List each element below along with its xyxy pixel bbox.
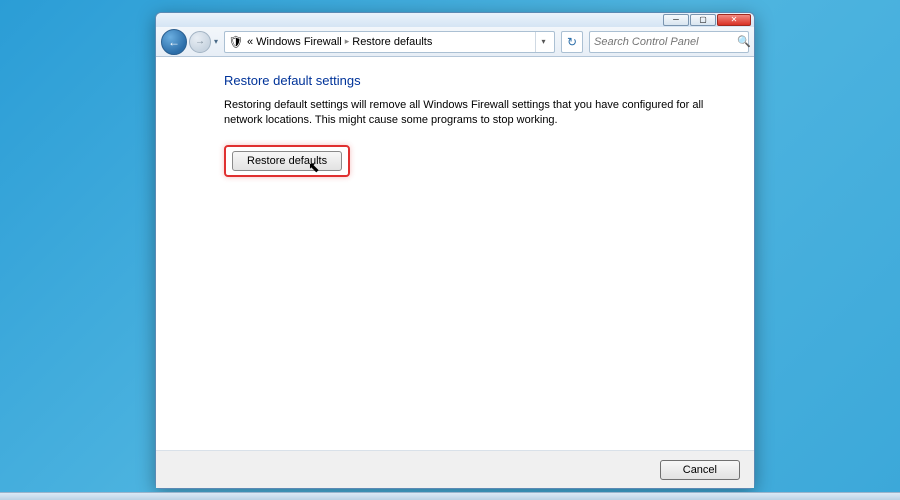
firewall-icon: 🛡 <box>228 34 244 50</box>
footer: Cancel <box>156 450 754 488</box>
cancel-button[interactable]: Cancel <box>660 460 740 480</box>
refresh-icon: ↻ <box>567 35 577 49</box>
chevron-right-icon: ▸ <box>345 36 350 47</box>
forward-arrow-icon: → <box>195 36 205 47</box>
breadcrumb-item-firewall[interactable]: Windows Firewall <box>256 36 342 48</box>
breadcrumb-item-restore[interactable]: Restore defaults <box>352 36 432 48</box>
close-icon: ✕ <box>731 16 738 24</box>
nav-history-dropdown[interactable]: ▾ <box>214 37 218 46</box>
search-box[interactable]: 🔍 <box>589 31 749 53</box>
restore-defaults-button[interactable]: Restore defaults <box>232 151 342 171</box>
nav-forward-button[interactable]: → <box>189 31 211 53</box>
page-heading: Restore default settings <box>224 73 730 88</box>
close-button[interactable]: ✕ <box>717 14 751 26</box>
back-arrow-icon: ← <box>168 35 180 49</box>
search-icon: 🔍 <box>737 35 751 48</box>
minimize-button[interactable]: ─ <box>663 14 689 26</box>
breadcrumb[interactable]: 🛡 « Windows Firewall ▸ Restore defaults … <box>224 31 555 53</box>
titlebar[interactable]: ─ ▢ ✕ <box>156 13 754 27</box>
page-description: Restoring default settings will remove a… <box>224 98 714 129</box>
nav-back-button[interactable]: ← <box>161 29 187 55</box>
breadcrumb-dropdown[interactable]: ▾ <box>535 32 551 52</box>
tutorial-highlight: Restore defaults ⬉ <box>224 145 350 177</box>
taskbar[interactable] <box>0 492 900 500</box>
search-input[interactable] <box>594 36 737 48</box>
control-panel-window: ─ ▢ ✕ ← → ▾ 🛡 « Windows Firewall ▸ Resto… <box>155 12 755 489</box>
refresh-button[interactable]: ↻ <box>561 31 583 53</box>
content-area: Restore default settings Restoring defau… <box>156 57 754 450</box>
maximize-icon: ▢ <box>699 16 707 24</box>
minimize-icon: ─ <box>673 16 679 24</box>
breadcrumb-prefix: « <box>247 36 253 48</box>
maximize-button[interactable]: ▢ <box>690 14 716 26</box>
toolbar: ← → ▾ 🛡 « Windows Firewall ▸ Restore def… <box>156 27 754 57</box>
